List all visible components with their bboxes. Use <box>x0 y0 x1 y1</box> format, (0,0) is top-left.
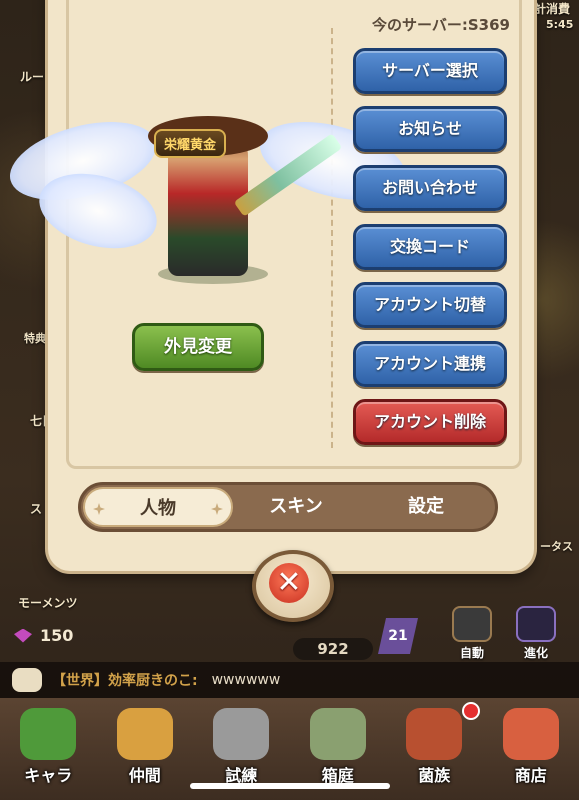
world-chat-bar[interactable]: 【世界】効率厨きのこ: wwwwww <box>0 662 579 698</box>
server-select-button[interactable]: サーバー選択 <box>353 48 507 94</box>
tab-star-left-icon <box>93 503 105 515</box>
home-indicator[interactable] <box>190 783 390 789</box>
gem-counter: 150 <box>14 626 73 645</box>
chat-bubble-icon <box>12 668 42 692</box>
bg-label-status: ータス <box>540 540 573 553</box>
dialog-tabbar: 人物 スキン 設定 <box>78 482 498 532</box>
bg-label-rune[interactable]: ルー <box>20 68 44 85</box>
tab-character[interactable]: 人物 <box>83 487 233 527</box>
nav-item-shop[interactable]: 商店 <box>491 708 571 786</box>
bg-label-consume: 計消費 <box>534 2 571 16</box>
shop-icon <box>502 708 559 760</box>
nav-label-companions: 仲間 <box>128 766 161 785</box>
current-server: 今のサーバー:S369 <box>372 16 510 34</box>
tab-character-label: 人物 <box>140 498 176 519</box>
power-score: 922 <box>293 638 373 660</box>
gem-value: 150 <box>40 626 74 645</box>
moments-label[interactable]: モーメンツ <box>18 594 78 611</box>
character-preview <box>1 86 415 306</box>
chat-channel: 【世界】効率厨きのこ: <box>52 673 198 689</box>
paw-icon <box>116 708 173 760</box>
evolve-button[interactable]: 進化 <box>516 606 556 661</box>
gem-icon <box>14 628 32 643</box>
nav-label-clan: 菌族 <box>418 766 451 785</box>
switch-account-button[interactable]: アカウント切替 <box>353 282 507 328</box>
close-icon: ✕ <box>269 563 309 603</box>
skull-banner-icon <box>406 708 463 760</box>
redeem-code-button[interactable]: 交換コード <box>353 224 507 270</box>
nav-item-clan[interactable]: 菌族 <box>394 708 474 786</box>
title-badge: 栄耀黄金 <box>154 129 227 158</box>
nav-label-shop: 商店 <box>514 766 547 785</box>
bg-label-bonus[interactable]: 特典 <box>24 330 46 346</box>
tab-star-right-icon <box>211 503 223 515</box>
nav-label-character: キャラ <box>24 766 73 785</box>
contact-button[interactable]: お問い合わせ <box>353 165 507 211</box>
evolve-label: 進化 <box>523 646 548 660</box>
nav-item-garden[interactable]: 箱庭 <box>298 708 378 786</box>
chat-message: wwwwww <box>211 672 281 688</box>
evolve-icon <box>516 606 556 642</box>
link-account-button[interactable]: アカウント連携 <box>353 341 507 387</box>
bg-label-s[interactable]: ス <box>30 500 42 517</box>
settings-dialog: 今のサーバー:S369 栄耀黄金 外見変更 サーバー選択 お知らせ お問い合わせ… <box>1 0 534 571</box>
bg-label-time: 5:45 <box>546 18 574 31</box>
tab-skin[interactable]: スキン <box>241 485 351 529</box>
crossed-swords-icon <box>213 708 270 760</box>
mushroom-icon <box>20 708 77 760</box>
change-appearance-button[interactable]: 外見変更 <box>132 323 264 371</box>
nav-item-companions[interactable]: 仲間 <box>105 708 185 786</box>
tab-settings[interactable]: 設定 <box>371 485 481 529</box>
notification-dot <box>462 702 480 720</box>
nav-item-character[interactable]: キャラ <box>8 708 88 786</box>
nav-item-trials[interactable]: 試練 <box>201 708 281 786</box>
close-button[interactable]: ✕ <box>252 550 334 622</box>
auto-button[interactable]: 自動 <box>452 606 492 661</box>
auto-gear-icon <box>452 606 492 642</box>
garden-icon <box>309 708 366 760</box>
notice-button[interactable]: お知らせ <box>353 106 507 152</box>
auto-label: 自動 <box>459 646 484 660</box>
delete-account-button[interactable]: アカウント削除 <box>353 399 507 445</box>
